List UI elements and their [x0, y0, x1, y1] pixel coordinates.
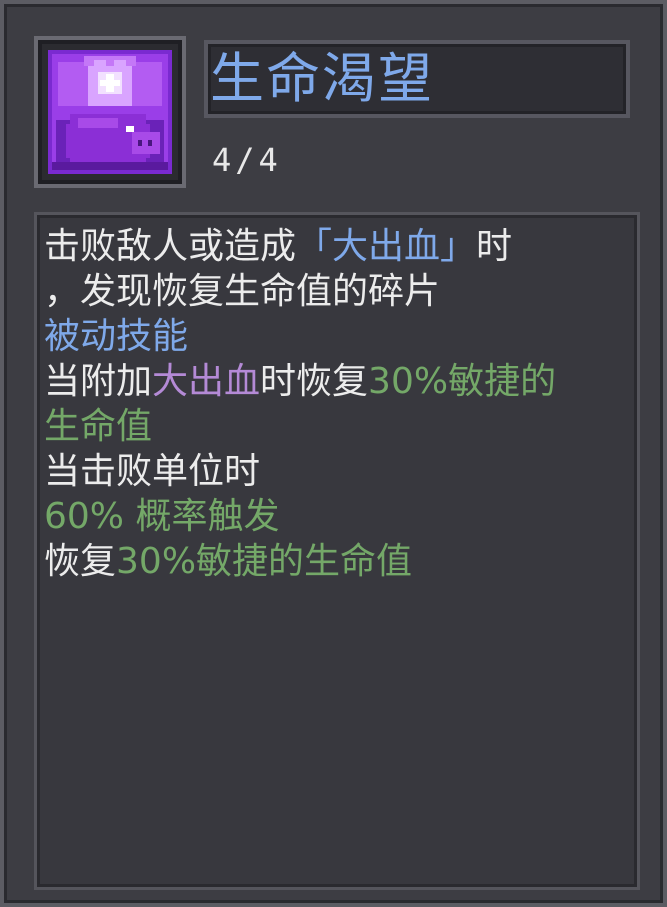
desc-text: 时恢复: [260, 361, 369, 402]
description-line: 当击败单位时: [44, 451, 261, 492]
skill-description: 击败敌人或造成「大出血」时 ，发现恢复生命值的碎片 被动技能 当附加大出血时恢复…: [44, 224, 556, 584]
skill-level: 4/4: [212, 141, 282, 179]
skill-name: 生命渴望: [210, 47, 434, 110]
desc-text: 恢复: [44, 541, 117, 582]
heal-value: 30%敏捷的: [368, 361, 557, 402]
skill-tooltip-panel: 生命渴望 4/4 击败敌人或造成「大出血」时 ，发现恢复生命值的碎片 被动技能 …: [0, 0, 667, 907]
desc-text: 当附加: [44, 361, 153, 402]
trigger-chance: 60% 概率触发: [44, 496, 280, 537]
description-line: 恢复30%敏捷的生命值: [44, 539, 556, 584]
desc-text: 时: [476, 226, 513, 267]
heal-value: 生命值: [44, 406, 153, 447]
bleed-keyword: 大出血: [152, 361, 261, 402]
heal-value: 30%敏捷的生命值: [116, 541, 413, 582]
description-line: ，发现恢复生命值的碎片: [44, 269, 556, 314]
skill-icon-frame: [34, 36, 186, 188]
desc-text: ，发现恢复生命值的碎片: [44, 271, 441, 312]
description-line: 击败敌人或造成「大出血」时: [44, 224, 556, 269]
desc-text: 击败敌人或造成: [44, 226, 297, 267]
purple-pig-heart-icon: [48, 50, 172, 174]
passive-skill-label: 被动技能: [44, 316, 189, 357]
description-line: 当附加大出血时恢复30%敏捷的: [44, 359, 556, 404]
bleed-keyword: 「大出血」: [296, 226, 477, 267]
